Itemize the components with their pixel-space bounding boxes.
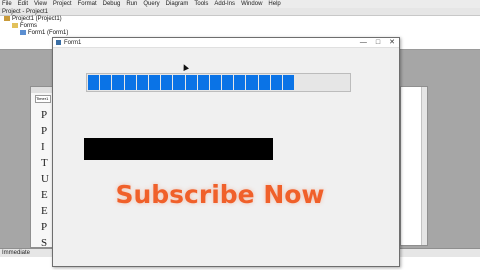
progress-chunk xyxy=(209,75,222,90)
progress-bar xyxy=(86,73,351,92)
progress-chunk xyxy=(161,75,173,90)
progress-chunk xyxy=(100,75,112,90)
object-combo[interactable]: Timer1 xyxy=(35,95,51,103)
menu-item-format[interactable]: Format xyxy=(78,0,97,8)
tree-item-forms[interactable]: Forms xyxy=(0,23,480,30)
code-window-title xyxy=(31,87,53,93)
maximize-icon[interactable]: □ xyxy=(376,38,380,48)
progress-chunk xyxy=(246,75,258,90)
form-window: Form1 — □ ✕ Subscribe Now xyxy=(52,37,400,267)
code-letter: U xyxy=(41,173,49,185)
menu-item-tools[interactable]: Tools xyxy=(194,0,208,8)
code-letters: PPITUEEPSI xyxy=(41,107,49,267)
window-controls: — □ ✕ xyxy=(360,38,395,48)
menu-bar: File Edit View Project Format Debug Run Query Di… xyxy=(0,0,480,8)
form-title: Form1 xyxy=(64,39,82,46)
code-window: Timer1 PPITUEEPSI xyxy=(30,86,54,265)
code-letter: E xyxy=(41,205,48,217)
project-explorer-title: Project - Project1 xyxy=(0,8,480,16)
progress-chunk xyxy=(112,75,124,90)
progress-chunk xyxy=(222,75,234,90)
code-letter: P xyxy=(41,109,48,121)
code-letter: T xyxy=(41,157,48,169)
menu-item-diagram[interactable]: Diagram xyxy=(166,0,189,8)
form-titlebar[interactable]: Form1 — □ ✕ xyxy=(53,38,399,48)
progress-chunk xyxy=(234,75,246,90)
menu-item-window[interactable]: Window xyxy=(241,0,262,8)
black-bar xyxy=(84,138,273,160)
scrollbar[interactable] xyxy=(421,87,427,245)
mouse-cursor-icon xyxy=(181,63,189,71)
progress-chunk xyxy=(88,75,100,90)
right-document xyxy=(400,86,428,246)
menu-item-help[interactable]: Help xyxy=(268,0,280,8)
progress-chunk xyxy=(283,75,295,90)
code-letter: I xyxy=(41,141,45,153)
code-letter: P xyxy=(41,221,48,233)
progress-chunk xyxy=(258,75,270,90)
menu-item-view[interactable]: View xyxy=(34,0,47,8)
progress-chunk xyxy=(124,75,136,90)
code-letter: P xyxy=(41,125,48,137)
menu-item-debug[interactable]: Debug xyxy=(103,0,121,8)
progress-chunk xyxy=(185,75,197,90)
menu-item-addins[interactable]: Add-Ins xyxy=(214,0,235,8)
menu-item-file[interactable]: File xyxy=(2,0,12,8)
progress-chunk xyxy=(197,75,209,90)
tree-item-project[interactable]: Project1 (Project1) xyxy=(0,16,480,23)
minimize-icon[interactable]: — xyxy=(360,38,367,48)
progress-chunk xyxy=(270,75,282,90)
menu-item-query[interactable]: Query xyxy=(143,0,159,8)
progress-chunk xyxy=(173,75,185,90)
menu-item-edit[interactable]: Edit xyxy=(18,0,28,8)
code-letter: E xyxy=(41,189,48,201)
folder-icon xyxy=(12,23,18,29)
menu-item-run[interactable]: Run xyxy=(126,0,137,8)
progress-chunk xyxy=(148,75,161,90)
form-icon xyxy=(56,40,61,45)
progress-chunk xyxy=(136,75,148,90)
menu-item-project[interactable]: Project xyxy=(53,0,72,8)
project-icon xyxy=(4,16,10,21)
close-icon[interactable]: ✕ xyxy=(389,38,395,48)
form-icon xyxy=(20,30,26,36)
subscribe-overlay-text: Subscribe Now xyxy=(115,180,325,209)
